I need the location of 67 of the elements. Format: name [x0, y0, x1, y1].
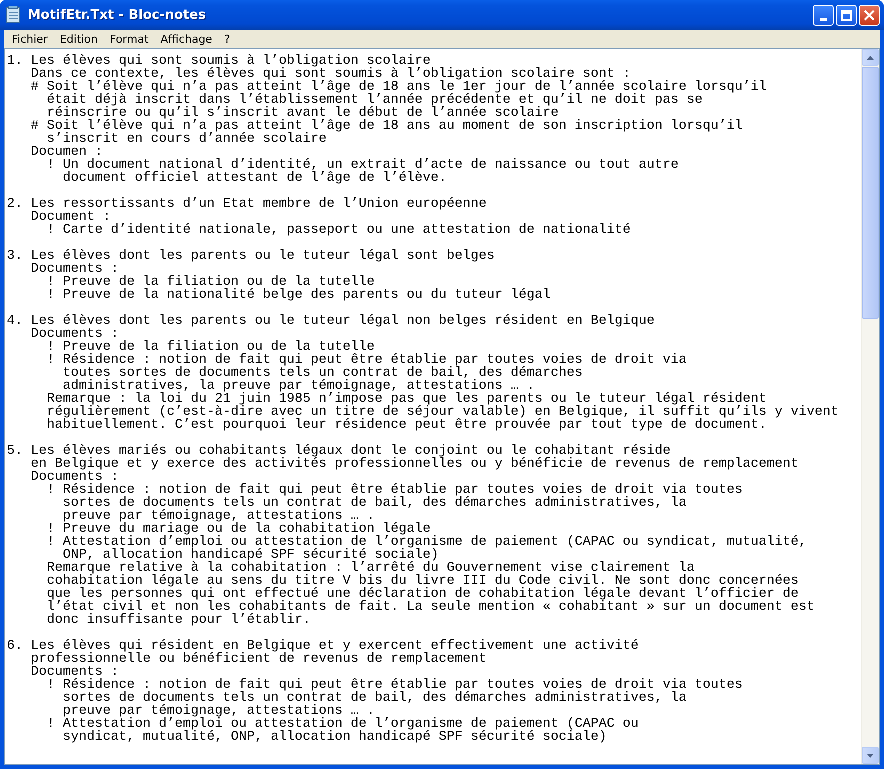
text-line: toutes sortes de documents tels un contrat de bail, des démarches [62, 367, 583, 380]
text-line: 3. Les élèves dont les parents ou le tuteur légal sont belges [7, 250, 495, 263]
text-line: Documents : [30, 263, 119, 276]
text-line: ! Attestation d’emploi ou attestation de l’organisme de paiement (CAPAC ou [46, 718, 639, 731]
scroll-up-button[interactable] [862, 49, 879, 66]
scroll-down-button[interactable] [862, 747, 879, 764]
text-line: ONP, allocation handicapé SPF sécurité sociale) [62, 549, 439, 562]
text-line: 1. Les élèves qui sont soumis à l’obligation scolaire [7, 55, 431, 68]
text-line: Documen : [30, 146, 103, 159]
text-line: ! Un document national d’identité, un extrait d’acte de naissance ou tout autre [46, 159, 679, 172]
menu-item[interactable]: Edition [54, 32, 104, 46]
text-line: preuve par témoignage, attestations … . [62, 705, 375, 718]
text-line: ! Attestation d’emploi ou attestation de l’organisme de paiement (CAPAC ou syndicat, mutualité, [46, 536, 807, 549]
text-line: ! Preuve de la nationalité belge des parents ou du tuteur légal [46, 289, 551, 302]
text-line: sortes de documents tels un contrat de bail, des démarches administratives, la [62, 692, 687, 705]
text-line: l’état civil et non les cohabitants de fait. La seule mention « cohabitant » sur un document est [46, 601, 815, 614]
minimize-icon [820, 18, 827, 20]
text-line: ! Carte d’identité nationale, passeport ou une attestation de nationalité [46, 224, 631, 237]
text-line: 5. Les élèves mariés ou cohabitants légaux dont le conjoint ou le cohabitant réside [7, 445, 671, 458]
text-line: Documents : [30, 471, 119, 484]
text-line: sortes de documents tels un contrat de bail, des démarches administratives, la [62, 497, 687, 510]
text-line: # Soit l’élève qui n’a pas atteint l’âge de 18 ans le 1er jour de l’année scolaire lorsqu’il [30, 81, 767, 94]
minimize-button[interactable] [813, 4, 834, 26]
text-line: professionnelle ou bénéficient de revenus de remplacement [30, 653, 487, 666]
scrollbar-thumb[interactable] [862, 67, 879, 319]
close-button[interactable] [859, 4, 880, 26]
text-line: Dans ce contexte, les élèves qui sont soumis à l’obligation scolaire sont : [30, 68, 631, 81]
text-line: donc insuffisante pour l’établir. [46, 614, 311, 627]
notepad-icon [6, 6, 22, 24]
text-line: ! Preuve du mariage ou de la cohabitation légale [46, 523, 431, 536]
text-line: s’inscrit en cours d’année scolaire [46, 133, 327, 146]
menu-item[interactable]: Affichage [154, 32, 218, 46]
text-line: 4. Les élèves dont les parents ou le tuteur légal non belges résident en Belgique [7, 315, 655, 328]
text-line: Documents : [30, 666, 119, 679]
menu-item[interactable]: Format [104, 32, 155, 46]
text-line: réinscrire ou qu’il s’inscrit avant le début de l’année scolaire [46, 107, 559, 120]
text-line: document officiel attestant de l’âge de l’élève. [62, 172, 447, 185]
text-line: habituellement. C’est pourquoi leur résidence peut être prouvée par tout type de document. [46, 419, 767, 432]
text-line: ! Résidence : notion de fait qui peut être établie par toutes voies de droit via toutes [46, 679, 743, 692]
text-line: Documents : [30, 328, 119, 341]
text-line: que les personnes qui ont effectué une déclaration de cohabitation légale devant l’officier de [46, 588, 799, 601]
text-line: ! Résidence : notion de fait qui peut être établie par toutes voies de droit via toutes [46, 484, 743, 497]
text-line: syndicat, mutualité, ONP, allocation handicapé SPF sécurité sociale) [62, 731, 607, 744]
menu-item[interactable]: Fichier [6, 32, 54, 46]
maximize-button[interactable] [836, 4, 857, 26]
text-line: cohabitation légale au sens du titre V bis du livre III du Code civil. Ne sont donc concernées [46, 575, 799, 588]
text-line: ! Preuve de la filiation ou de la tutelle [46, 276, 375, 289]
text-line: en Belgique et y exerce des activités professionnelles ou y bénéficie de revenus de remplacement [30, 458, 799, 471]
text-line: administratives, la preuve par témoignage, attestations … . [62, 380, 535, 393]
text-line: Remarque : la loi du 21 juin 1985 n’impose pas que les parents ou le tuteur légal résident [46, 393, 767, 406]
text-line: # Soit l’élève qui n’a pas atteint l’âge de 18 ans au moment de son inscription lorsqu’il [30, 120, 743, 133]
text-line: Remarque relative à la cohabitation : l’arrêté du Gouvernement vise clairement la [46, 562, 695, 575]
text-line: ! Résidence : notion de fait qui peut être établie par toutes voies de droit via [46, 354, 687, 367]
maximize-icon [841, 10, 852, 20]
text-line: Document : [30, 211, 111, 224]
vertical-scrollbar[interactable] [861, 49, 879, 764]
text-line: preuve par témoignage, attestations … . [62, 510, 375, 523]
close-icon [864, 10, 875, 20]
text-line: était déjà inscrit dans l’établissement l’année précédente et qu’il ne doit pas se [46, 94, 703, 107]
text-line: 2. Les ressortissants d’un Etat membre de l’Union européenne [7, 198, 487, 211]
text-line: régulièrement (c’est-à-dire avec un titre de séjour valable) en Belgique, il suffit qu’ils y vivent [46, 406, 839, 419]
menu-item[interactable]: ? [218, 32, 236, 46]
down-arrow-icon [867, 754, 874, 758]
text-line: ! Preuve de la filiation ou de la tutelle [46, 341, 375, 354]
text-line: 6. Les élèves qui résident en Belgique et y exercent effectivement une activité [7, 640, 639, 653]
up-arrow-icon [867, 56, 874, 60]
window-title: MotifEtr.Txt - Bloc-notes [28, 8, 208, 22]
